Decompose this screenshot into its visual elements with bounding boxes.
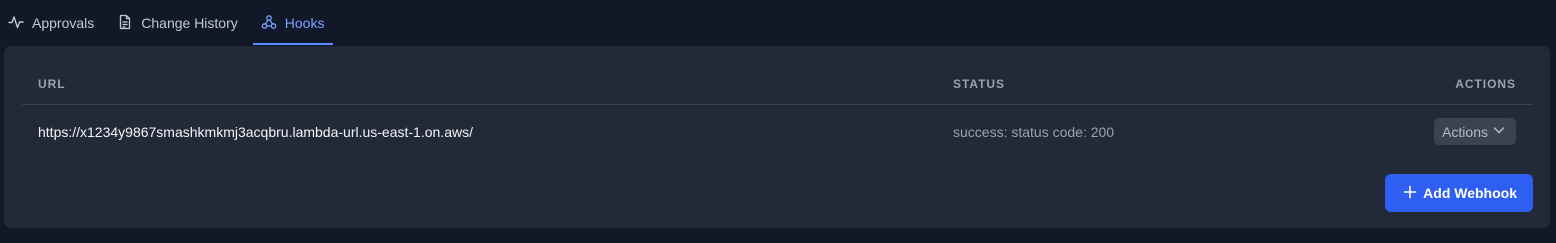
webhook-status: success: status code: 200 <box>953 124 1115 140</box>
add-webhook-button[interactable]: Add Webhook <box>1385 174 1533 212</box>
plus-icon <box>1403 185 1417 202</box>
webhook-url: https://x1234y9867smashkmkmj3acqbru.lamb… <box>38 124 473 140</box>
tab-label: Hooks <box>284 15 325 31</box>
document-icon <box>117 14 133 33</box>
column-header-actions: ACTIONS <box>1455 77 1516 91</box>
hooks-panel: URL STATUS ACTIONS https://x1234y9867sma… <box>4 46 1550 228</box>
column-header-url: URL <box>38 77 66 91</box>
actions-dropdown-button[interactable]: Actions <box>1434 118 1516 145</box>
column-header-status: STATUS <box>953 77 1005 91</box>
actions-label: Actions <box>1442 123 1488 140</box>
table-row: https://x1234y9867smashkmkmj3acqbru.lamb… <box>22 105 1532 159</box>
chevron-down-icon <box>1492 123 1506 140</box>
table-header: URL STATUS ACTIONS <box>22 63 1532 105</box>
activity-icon <box>8 14 24 33</box>
tab-hooks[interactable]: Hooks <box>252 0 334 46</box>
tab-bar: Approvals Change History Hooks <box>0 0 339 46</box>
tab-label: Change History <box>141 15 238 31</box>
webhook-icon <box>261 14 277 33</box>
tab-approvals[interactable]: Approvals <box>0 0 103 46</box>
tab-change-history[interactable]: Change History <box>109 0 247 46</box>
hooks-table: URL STATUS ACTIONS https://x1234y9867sma… <box>22 63 1532 159</box>
tab-label: Approvals <box>32 15 95 31</box>
add-webhook-label: Add Webhook <box>1423 185 1517 201</box>
